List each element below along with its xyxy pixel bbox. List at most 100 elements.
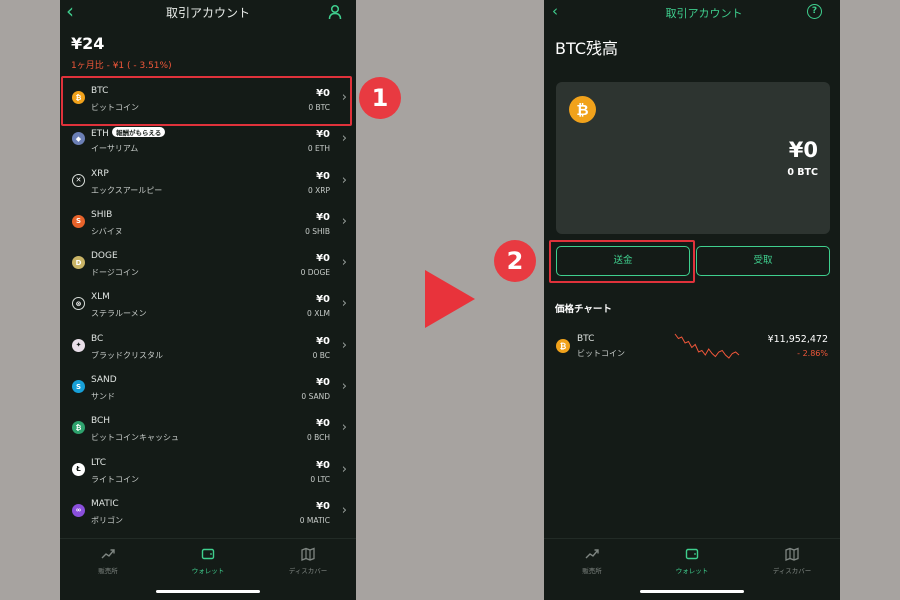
tab-label: ウォレット <box>191 567 225 575</box>
asset-row-sand[interactable]: S SAND サンド ¥0 0 SAND › <box>60 365 356 406</box>
chevron-right-icon: › <box>341 296 347 312</box>
coin-name: ブラッドクリスタル <box>91 350 163 360</box>
coin-yen-value: ¥0 <box>316 335 330 347</box>
chevron-right-icon: › <box>341 172 347 188</box>
btc-detail-screen: ‹ 取引アカウント ? BTC残高 ₿ ¥0 0 BTC 送金 受取 価格チャー… <box>544 0 840 600</box>
coin-name: ビットコインキャッシュ <box>91 433 179 443</box>
chevron-right-icon: › <box>341 461 347 477</box>
next-arrow-icon <box>425 270 475 328</box>
doge-coin-icon: D <box>72 256 85 270</box>
wallet-icon <box>685 548 699 560</box>
eth-coin-icon: ◆ <box>72 132 85 146</box>
header: ‹ 取引アカウント ? <box>544 0 840 24</box>
reward-badge: 報酬がもらえる <box>111 127 166 138</box>
coin-name: イーサリアム <box>91 144 139 154</box>
asset-row-xlm[interactable]: ⊗ XLM ステラルーメン ¥0 0 XLM › <box>60 282 356 323</box>
tab-exchange[interactable]: 販売所 <box>68 547 148 575</box>
coin-name: エックスアールピー <box>91 185 163 195</box>
matic-coin-icon: ∞ <box>72 503 85 517</box>
coin-symbol: ETH 報酬がもらえる <box>91 127 166 139</box>
home-indicator <box>156 590 260 593</box>
coin-yen-value: ¥0 <box>316 211 330 223</box>
coin-amount: 0 XLM <box>307 309 330 319</box>
price-chart-heading: 価格チャート <box>555 304 612 315</box>
coin-name: シバイヌ <box>91 226 123 236</box>
tab-label: ウォレット <box>675 567 709 575</box>
asset-row-doge[interactable]: D DOGE ドージコイン ¥0 0 DOGE › <box>60 241 356 282</box>
btc-row-highlight <box>61 76 352 126</box>
chevron-right-icon: › <box>341 420 347 436</box>
coin-symbol: BC <box>91 333 104 344</box>
coin-name: ドージコイン <box>91 268 139 278</box>
tab-exchange[interactable]: 販売所 <box>552 547 632 575</box>
coin-amount: 0 ETH <box>307 144 330 154</box>
price-sparkline <box>674 333 740 359</box>
back-chevron-icon[interactable]: ‹ <box>552 2 558 20</box>
coin-name: ライトコイン <box>91 474 139 484</box>
coin-yen-value: ¥0 <box>316 418 330 430</box>
chevron-right-icon: › <box>341 502 347 518</box>
tab-discover[interactable]: ディスカバー <box>752 547 832 575</box>
tab-label: ディスカバー <box>288 567 328 575</box>
coin-symbol: BTC <box>577 334 595 344</box>
coin-symbol: MATIC <box>91 498 119 509</box>
btc-coin-icon: ₿ <box>569 96 596 123</box>
asset-row-shib[interactable]: S SHIB シバイヌ ¥0 0 SHIB › <box>60 200 356 241</box>
coin-yen-value: ¥0 <box>316 500 330 512</box>
asset-row-matic[interactable]: ∞ MATIC ポリゴン ¥0 0 MATIC › <box>60 489 356 530</box>
coin-yen-value: ¥0 <box>316 294 330 306</box>
coin-name: サンド <box>91 392 115 402</box>
xrp-coin-icon: ✕ <box>72 173 85 187</box>
map-icon <box>785 547 799 561</box>
tab-discover[interactable]: ディスカバー <box>268 547 348 575</box>
coin-name: ビットコイン <box>577 349 625 358</box>
price-row[interactable]: ₿ BTC ビットコイン ¥11,952,472 - 2.86% <box>544 330 840 366</box>
price-change: - 2.86% <box>797 349 828 358</box>
tab-label: 販売所 <box>582 567 602 575</box>
monthly-change: 1ヶ月比 - ¥1 ( - 3.51%) <box>71 61 172 71</box>
tab-wallet[interactable]: ウォレット <box>168 547 248 575</box>
coin-amount: 0 BCH <box>306 433 330 443</box>
chevron-right-icon: › <box>341 131 347 147</box>
person-icon[interactable] <box>328 4 342 20</box>
coin-name: ポリゴン <box>91 515 123 525</box>
help-icon[interactable]: ? <box>807 4 822 19</box>
header-title: 取引アカウント <box>165 6 250 20</box>
map-icon <box>301 547 315 561</box>
coin-amount: 0 MATIC <box>299 515 330 525</box>
balance-card: ₿ ¥0 0 BTC <box>556 82 830 234</box>
sparkline-path <box>674 333 740 359</box>
coin-symbol: XLM <box>91 292 110 303</box>
home-indicator <box>640 590 744 593</box>
asset-row-bc[interactable]: ✦ BC ブラッドクリスタル ¥0 0 BC › <box>60 324 356 365</box>
tab-bar: 販売所 ウォレット ディスカバー <box>544 538 840 600</box>
coin-symbol: SHIB <box>91 209 113 220</box>
bc-coin-icon: ✦ <box>72 338 85 352</box>
trend-icon <box>101 549 115 559</box>
asset-row-ltc[interactable]: Ł LTC ライトコイン ¥0 0 LTC › <box>60 448 356 489</box>
btc-coin-icon: ₿ <box>556 339 570 353</box>
coin-amount: 0 BC <box>312 350 330 360</box>
coin-yen-value: ¥0 <box>316 170 330 182</box>
balance-amount: 0 BTC <box>787 167 818 178</box>
coin-symbol: XRP <box>91 168 109 179</box>
tab-label: 販売所 <box>98 567 118 575</box>
coin-symbol: SAND <box>91 375 117 386</box>
chevron-right-icon: › <box>341 213 347 229</box>
tab-bar: 販売所 ウォレット ディスカバー <box>60 538 356 600</box>
coin-yen-value: ¥0 <box>316 377 330 389</box>
tab-wallet[interactable]: ウォレット <box>652 547 732 575</box>
receive-button[interactable]: 受取 <box>696 246 830 276</box>
asset-row-xrp[interactable]: ✕ XRP エックスアールピー ¥0 0 XRP › <box>60 159 356 200</box>
chevron-right-icon: › <box>341 255 347 271</box>
shib-coin-icon: S <box>72 214 85 228</box>
sand-coin-icon: S <box>72 380 85 394</box>
coin-price: ¥11,952,472 <box>767 334 828 345</box>
coin-yen-value: ¥0 <box>316 129 330 141</box>
asset-row-bch[interactable]: ₿ BCH ビットコインキャッシュ ¥0 0 BCH › <box>60 406 356 447</box>
coin-yen-value: ¥0 <box>316 253 330 265</box>
back-label[interactable]: 取引アカウント <box>568 5 840 21</box>
coin-amount: 0 DOGE <box>300 268 330 278</box>
coin-amount: 0 LTC <box>310 474 330 484</box>
chevron-right-icon: › <box>341 379 347 395</box>
